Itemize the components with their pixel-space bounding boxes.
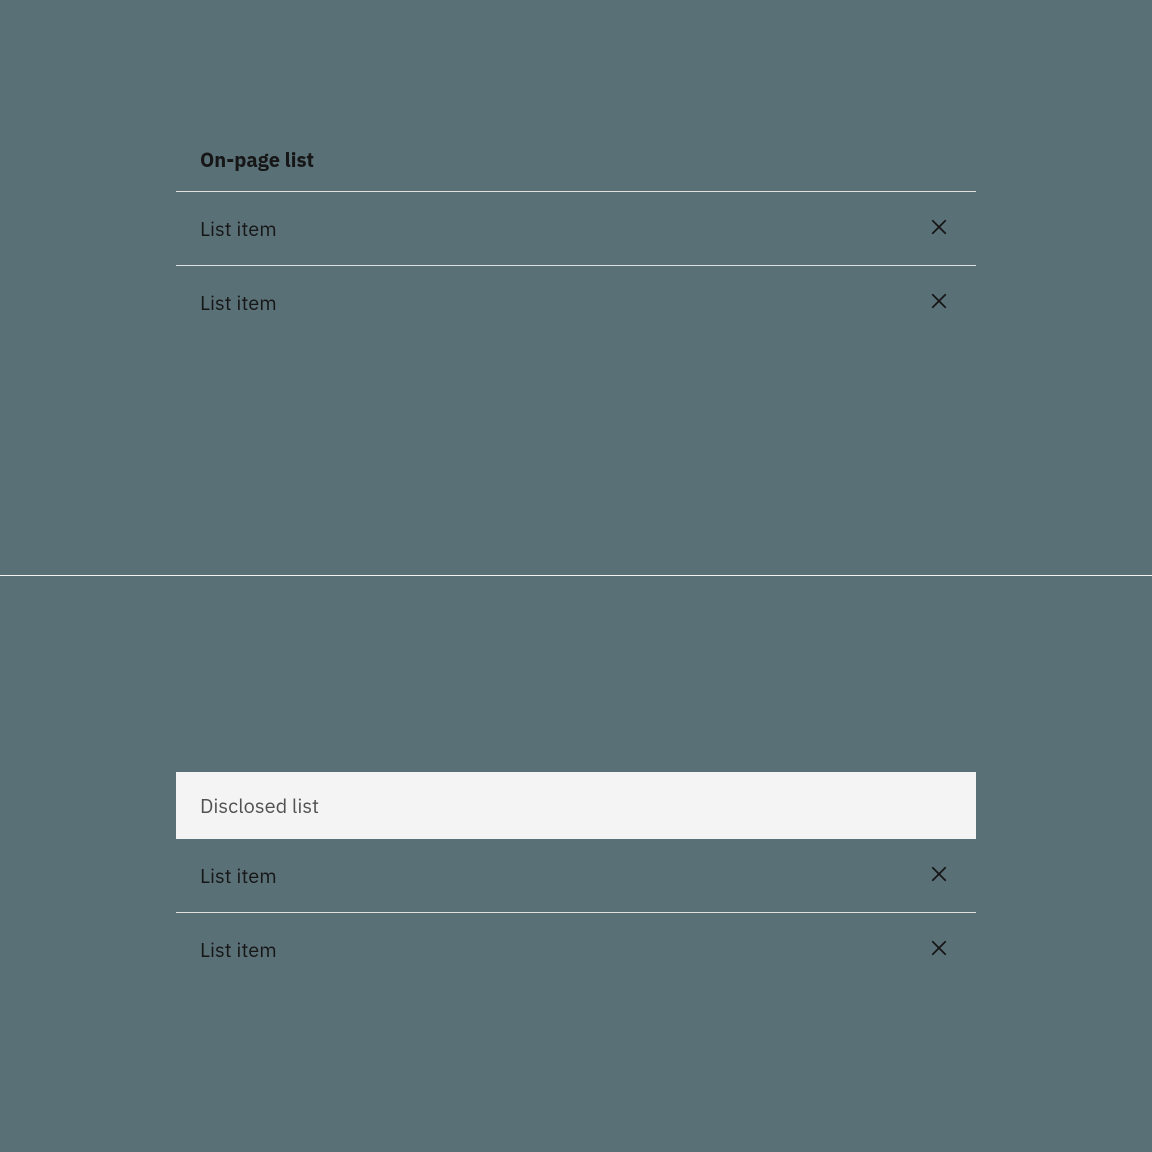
list-item-label: List item xyxy=(200,215,277,242)
close-icon xyxy=(930,865,948,886)
on-page-list-heading: On-page list xyxy=(176,146,976,191)
list-item-label: List item xyxy=(200,936,277,963)
disclosed-list-heading[interactable]: Disclosed list xyxy=(176,772,976,839)
remove-item-button[interactable] xyxy=(926,288,952,317)
list-item: List item xyxy=(176,913,976,986)
disclosed-list-container: Disclosed list List item List item xyxy=(176,772,976,986)
disclosed-list-section: Disclosed list List item List item xyxy=(0,576,1152,1152)
close-icon xyxy=(930,292,948,313)
close-icon xyxy=(930,218,948,239)
list-item: List item xyxy=(176,839,976,912)
remove-item-button[interactable] xyxy=(926,214,952,243)
list-item: List item xyxy=(176,192,976,265)
remove-item-button[interactable] xyxy=(926,935,952,964)
list-item: List item xyxy=(176,266,976,339)
close-icon xyxy=(930,939,948,960)
on-page-list-section: On-page list List item List item xyxy=(0,0,1152,576)
list-item-label: List item xyxy=(200,289,277,316)
list-item-label: List item xyxy=(200,862,277,889)
remove-item-button[interactable] xyxy=(926,861,952,890)
on-page-list-container: On-page list List item List item xyxy=(176,146,976,339)
